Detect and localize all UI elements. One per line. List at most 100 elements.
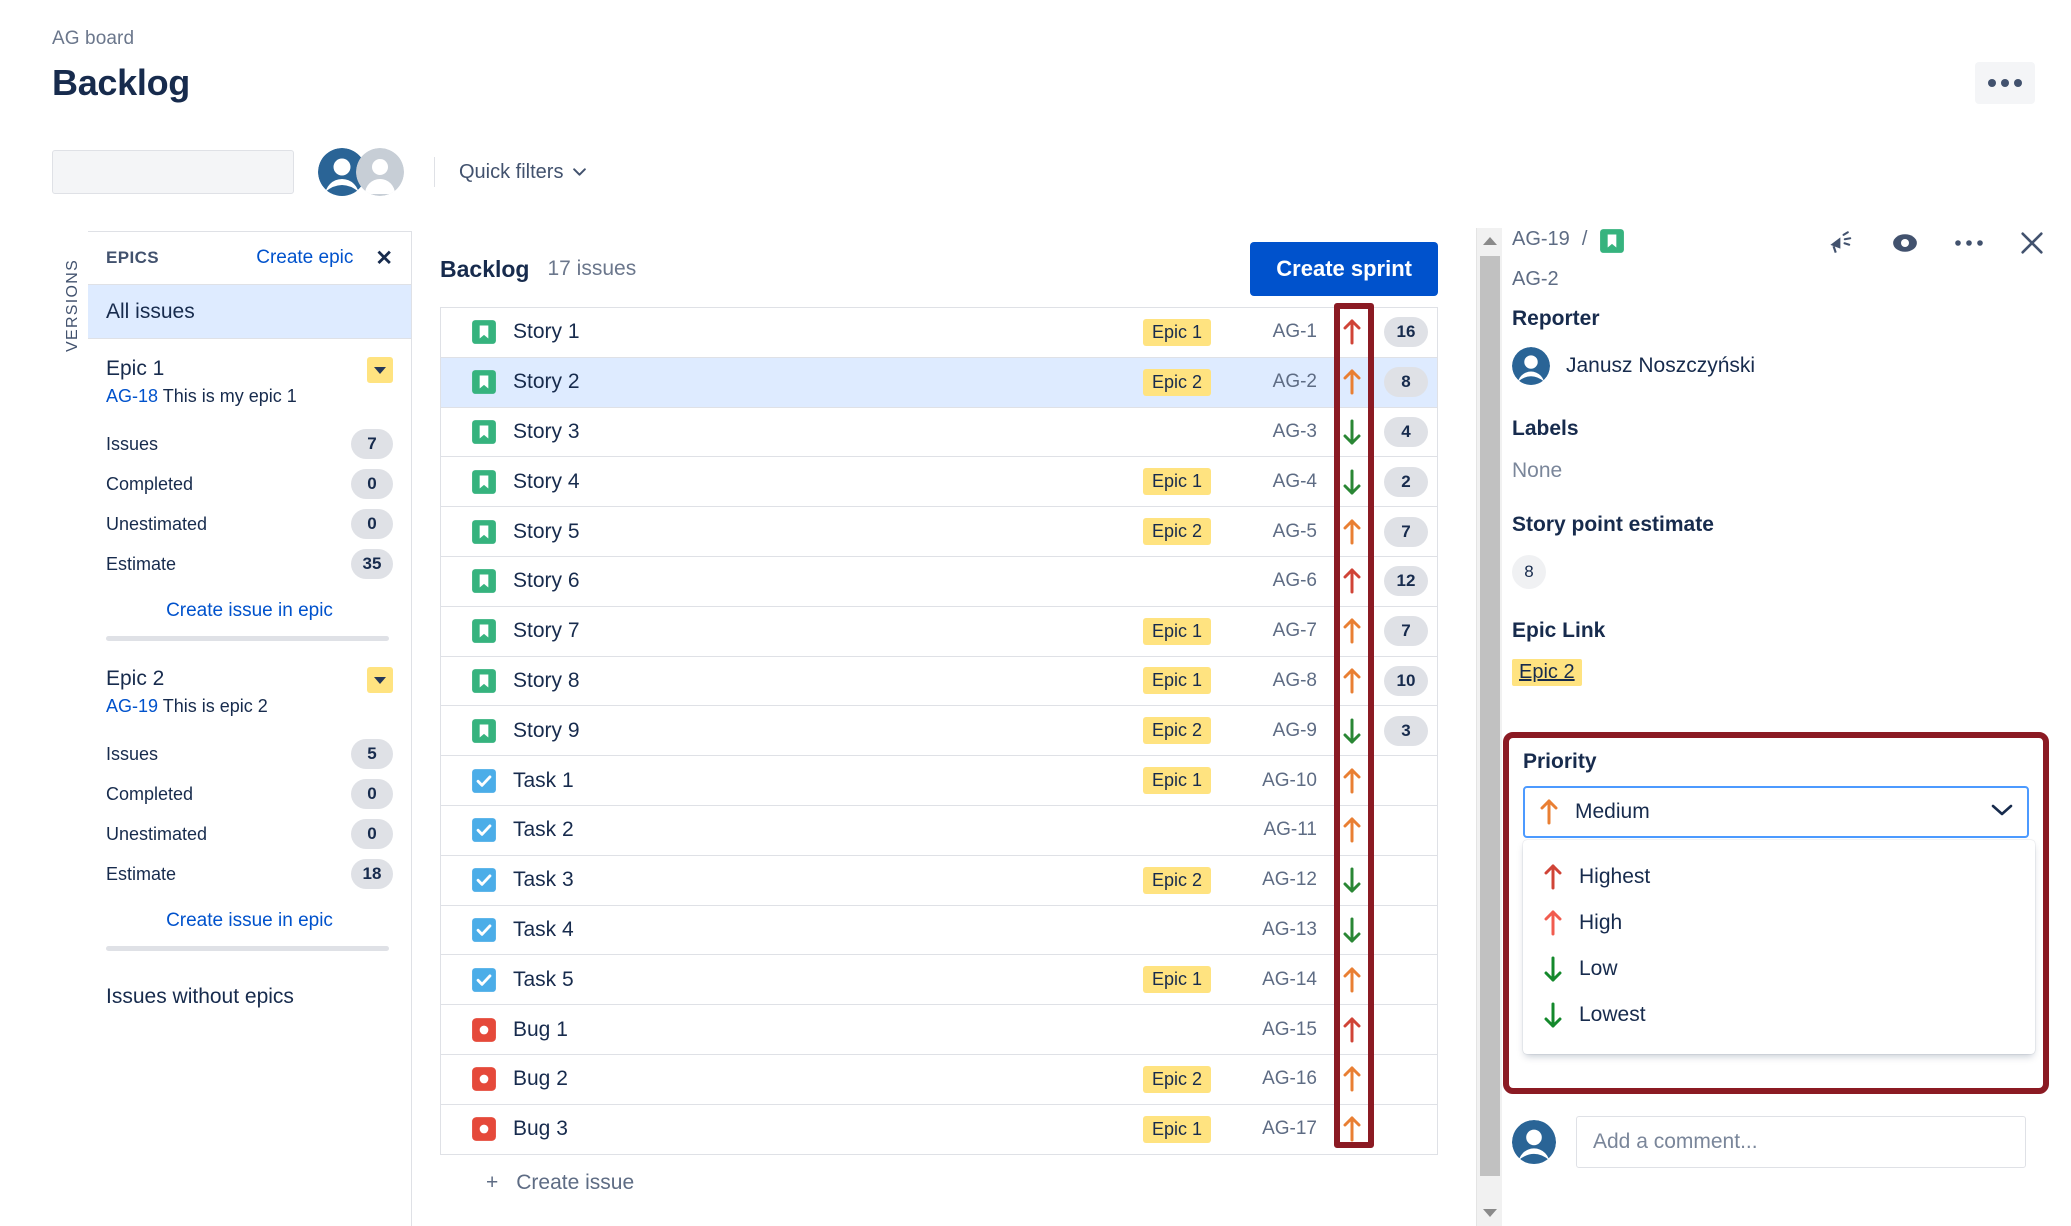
- table-row[interactable]: Story 7 Epic 1 AG-7 7: [441, 607, 1437, 657]
- epic-menu-caret-icon[interactable]: [367, 667, 393, 693]
- issue-priority[interactable]: [1329, 519, 1375, 545]
- epic-badge[interactable]: Epic 2: [1142, 717, 1211, 745]
- estimate-pill[interactable]: 16: [1384, 317, 1428, 348]
- epic-key-link[interactable]: AG-19: [106, 696, 158, 716]
- estimate-pill[interactable]: 4: [1384, 416, 1428, 447]
- table-row[interactable]: Bug 1 AG-15: [441, 1005, 1437, 1055]
- issue-key[interactable]: AG-16: [1225, 1068, 1329, 1090]
- table-row[interactable]: Bug 3 Epic 1 AG-17: [441, 1105, 1437, 1155]
- issue-key[interactable]: AG-14: [1225, 969, 1329, 991]
- issue-summary[interactable]: Story 7: [513, 619, 580, 643]
- search-box[interactable]: [52, 150, 294, 194]
- epic-name[interactable]: Epic 2: [106, 667, 393, 691]
- issue-summary[interactable]: Story 6: [513, 569, 580, 593]
- issue-summary[interactable]: Bug 1: [513, 1018, 568, 1042]
- issue-key[interactable]: AG-15: [1225, 1019, 1329, 1041]
- issue-summary[interactable]: Story 9: [513, 719, 580, 743]
- issue-key[interactable]: AG-6: [1225, 570, 1329, 592]
- issue-key[interactable]: AG-13: [1225, 919, 1329, 941]
- epic-badge[interactable]: Epic 1: [1142, 1115, 1211, 1143]
- priority-option-low[interactable]: Low: [1523, 946, 2035, 992]
- comment-box[interactable]: [1576, 1116, 2026, 1168]
- issue-priority[interactable]: [1329, 568, 1375, 594]
- more-options-icon[interactable]: [1954, 238, 1984, 248]
- issue-priority[interactable]: [1329, 1066, 1375, 1092]
- breadcrumb[interactable]: AG board: [52, 28, 134, 50]
- epic-badge[interactable]: Epic 2: [1142, 1065, 1211, 1093]
- table-row[interactable]: Task 1 Epic 1 AG-10: [441, 756, 1437, 806]
- versions-tab[interactable]: VERSIONS: [56, 240, 90, 370]
- scroll-up-arrow-icon[interactable]: [1477, 228, 1503, 254]
- issue-key[interactable]: AG-12: [1225, 869, 1329, 891]
- epic-badge[interactable]: Epic 2: [1142, 368, 1211, 396]
- issue-summary[interactable]: Story 5: [513, 520, 580, 544]
- issue-priority[interactable]: [1329, 668, 1375, 694]
- issue-summary[interactable]: Task 5: [513, 968, 574, 992]
- issue-summary[interactable]: Story 3: [513, 420, 580, 444]
- priority-select[interactable]: Medium: [1523, 786, 2029, 838]
- table-row[interactable]: Story 4 Epic 1 AG-4 2: [441, 457, 1437, 508]
- epic-badge[interactable]: Epic 1: [1142, 617, 1211, 645]
- estimate-pill[interactable]: 2: [1384, 466, 1428, 497]
- table-row[interactable]: Story 3 AG-3 4: [441, 408, 1437, 458]
- create-issue-row[interactable]: + Create issue: [440, 1155, 1450, 1211]
- avatar-group[interactable]: [318, 148, 404, 196]
- issue-priority[interactable]: [1329, 469, 1375, 495]
- issue-priority[interactable]: [1329, 967, 1375, 993]
- create-sprint-button[interactable]: Create sprint: [1250, 242, 1438, 296]
- issue-key[interactable]: AG-8: [1225, 670, 1329, 692]
- issue-priority[interactable]: [1329, 369, 1375, 395]
- issue-key[interactable]: AG-3: [1225, 421, 1329, 443]
- issue-summary[interactable]: Story 4: [513, 470, 580, 494]
- reporter-value[interactable]: Janusz Noszczyński: [1512, 347, 2052, 385]
- board-more-options-button[interactable]: [1975, 62, 2035, 104]
- epic-badge[interactable]: Epic 1: [1142, 667, 1211, 695]
- issue-key[interactable]: AG-4: [1225, 471, 1329, 493]
- issue-key[interactable]: AG-9: [1225, 720, 1329, 742]
- issue-priority[interactable]: [1329, 867, 1375, 893]
- issue-summary[interactable]: Bug 2: [513, 1067, 568, 1091]
- scrollbar-thumb[interactable]: [1480, 256, 1500, 1176]
- issue-key[interactable]: AG-2: [1225, 371, 1329, 393]
- issue-summary[interactable]: Story 2: [513, 370, 580, 394]
- table-row[interactable]: Task 4 AG-13: [441, 906, 1437, 956]
- table-row[interactable]: Story 2 Epic 2 AG-2 8: [441, 357, 1437, 408]
- issue-key[interactable]: AG-1: [1225, 321, 1329, 343]
- epic-badge[interactable]: Epic 1: [1142, 767, 1211, 795]
- create-issue-in-epic-link[interactable]: Create issue in epic: [106, 584, 393, 636]
- page-scrollbar[interactable]: [1476, 228, 1502, 1226]
- epic-badge[interactable]: Epic 2: [1142, 518, 1211, 546]
- create-epic-link[interactable]: Create epic: [256, 247, 353, 269]
- priority-option-highest[interactable]: Highest: [1523, 854, 2035, 900]
- issue-priority[interactable]: [1329, 917, 1375, 943]
- table-row[interactable]: Story 6 AG-6 12: [441, 557, 1437, 607]
- table-row[interactable]: Task 2 AG-11: [441, 806, 1437, 856]
- estimate-pill[interactable]: 8: [1384, 367, 1428, 398]
- issue-summary[interactable]: Bug 3: [513, 1117, 568, 1141]
- issue-summary[interactable]: Task 2: [513, 818, 574, 842]
- table-row[interactable]: Bug 2 Epic 2 AG-16: [441, 1055, 1437, 1105]
- comment-input[interactable]: [1593, 1130, 2009, 1154]
- table-row[interactable]: Story 9 Epic 2 AG-9 3: [441, 706, 1437, 757]
- issue-summary[interactable]: Task 4: [513, 918, 574, 942]
- issue-summary[interactable]: Task 1: [513, 769, 574, 793]
- megaphone-icon[interactable]: [1826, 228, 1856, 258]
- issue-priority[interactable]: [1329, 768, 1375, 794]
- issue-priority[interactable]: [1329, 1017, 1375, 1043]
- issue-key[interactable]: AG-17: [1225, 1118, 1329, 1140]
- search-input[interactable]: [65, 162, 286, 182]
- epic-menu-caret-icon[interactable]: [367, 357, 393, 383]
- issue-key[interactable]: AG-2: [1512, 268, 2052, 291]
- close-icon[interactable]: [2018, 229, 2046, 257]
- issue-priority[interactable]: [1329, 817, 1375, 843]
- issue-priority[interactable]: [1329, 419, 1375, 445]
- issue-priority[interactable]: [1329, 718, 1375, 744]
- epic-badge[interactable]: Epic 1: [1142, 318, 1211, 346]
- issue-summary[interactable]: Story 8: [513, 669, 580, 693]
- issue-key[interactable]: AG-5: [1225, 521, 1329, 543]
- epic-filter-issues-without-epics[interactable]: Issues without epics: [88, 951, 411, 1009]
- issue-key[interactable]: AG-11: [1225, 819, 1329, 841]
- table-row[interactable]: Story 8 Epic 1 AG-8 10: [441, 657, 1437, 707]
- close-icon[interactable]: ✕: [375, 248, 393, 269]
- issue-key[interactable]: AG-10: [1225, 770, 1329, 792]
